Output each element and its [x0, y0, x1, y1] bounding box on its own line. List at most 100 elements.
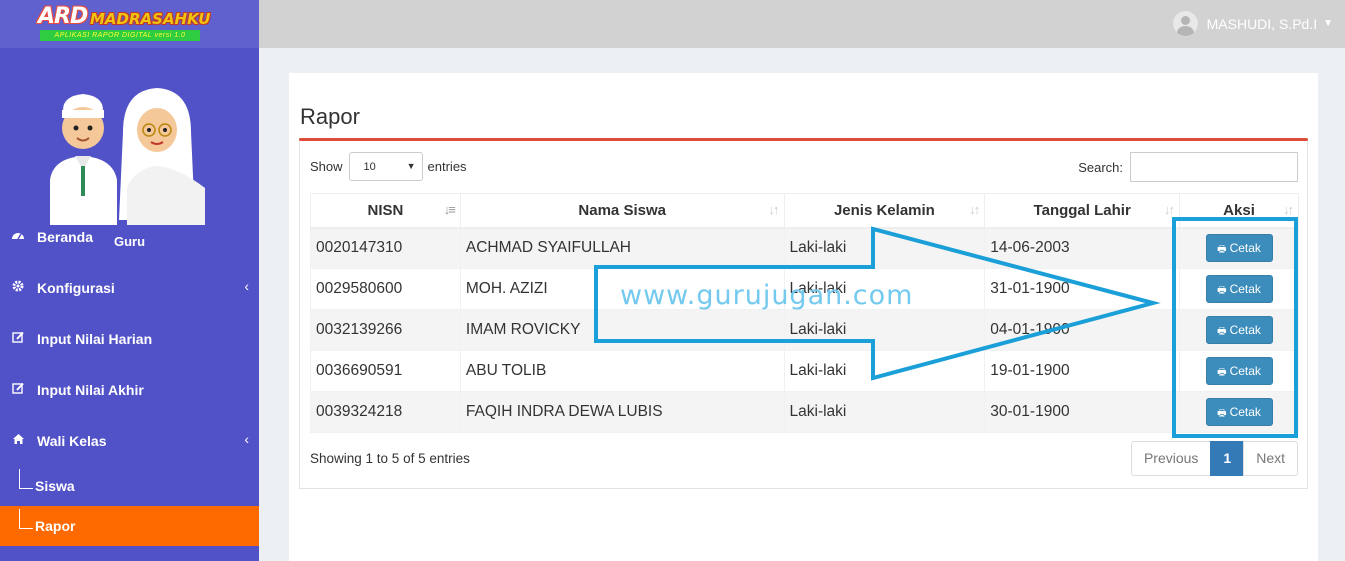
- page-button-current[interactable]: 1: [1210, 441, 1245, 476]
- table-row: 0032139266 IMAM ROVICKY Laki-laki 04-01-…: [310, 309, 1299, 351]
- cetak-button[interactable]: 🖶 Cetak: [1205, 234, 1273, 263]
- pagination: Previous 1 Next: [1130, 441, 1298, 476]
- sidebar: ARD MADRASAHKU APLIKASI RAPOR DIGITAL ve…: [0, 0, 259, 561]
- cetak-button[interactable]: 🖶 Cetak: [1205, 275, 1273, 303]
- cell-nama: ACHMAD SYAIFULLAH: [459, 227, 785, 269]
- cell-jenis-kelamin: Laki-laki: [783, 391, 986, 433]
- search-control: Search:: [1078, 152, 1298, 182]
- cell-aksi: 🖶 Cetak: [1179, 227, 1299, 269]
- sort-icon: ↓↑: [1283, 202, 1294, 217]
- logo-main: ARD: [38, 4, 88, 29]
- column-header-aksi[interactable]: Aksi ↓↑: [1179, 193, 1299, 229]
- gear-icon: [9, 280, 27, 295]
- app-logo[interactable]: ARD MADRASAHKU APLIKASI RAPOR DIGITAL ve…: [38, 4, 211, 44]
- cell-aksi: 🖶 Cetak: [1179, 309, 1299, 351]
- show-label: Show: [310, 159, 343, 174]
- sort-asc-icon: ↓≡: [443, 202, 456, 217]
- cell-nisn: 0032139266: [310, 309, 461, 351]
- caret-down-icon: ▼: [1323, 18, 1333, 29]
- home-icon: [9, 433, 27, 448]
- cell-tanggal-lahir: 19-01-1900: [984, 350, 1181, 392]
- sort-icon: ↓↑: [969, 202, 980, 217]
- sidebar-subitem-label: Siswa: [35, 478, 75, 494]
- print-icon: 🖶: [1217, 285, 1227, 296]
- logo-tagline: APLIKASI RAPOR DIGITAL versi 1.0: [40, 30, 200, 41]
- sidebar-item-input-nilai-akhir[interactable]: Input Nilai Akhir: [0, 364, 259, 415]
- teacher-avatar-illustration: [50, 88, 205, 225]
- dashboard-icon: [9, 229, 27, 244]
- edit-icon: [9, 331, 27, 346]
- datatable-panel: Show 10 ▼ entries Search: NISN ↓≡ Nama Si…: [299, 141, 1308, 489]
- logo-bar: ARD MADRASAHKU APLIKASI RAPOR DIGITAL ve…: [0, 0, 259, 48]
- sort-icon: ↓↑: [1164, 202, 1175, 217]
- print-icon: 🖶: [1217, 408, 1227, 419]
- watermark-text: www.gurujugan.com: [620, 280, 914, 311]
- logo-brand: MADRASAHKU: [90, 10, 211, 28]
- search-input[interactable]: [1130, 152, 1298, 182]
- tree-line: [19, 469, 33, 489]
- cell-nama: FAQIH INDRA DEWA LUBIS: [459, 391, 785, 433]
- column-header-tanggal-lahir[interactable]: Tanggal Lahir ↓↑: [984, 193, 1181, 229]
- cetak-button[interactable]: 🖶 Cetak: [1205, 357, 1273, 385]
- entries-value: 10: [363, 160, 376, 173]
- previous-button[interactable]: Previous: [1130, 441, 1212, 476]
- column-header-nama[interactable]: Nama Siswa ↓↑: [459, 193, 785, 229]
- next-button[interactable]: Next: [1243, 441, 1298, 476]
- cell-tanggal-lahir: 14-06-2003: [984, 227, 1181, 269]
- cell-nisn: 0036690591: [310, 350, 461, 392]
- top-navbar: MASHUDI, S.Pd.I ▼: [259, 0, 1345, 48]
- sidebar-subitem-label: Rapor: [35, 518, 76, 534]
- sidebar-item-label: Input Nilai Harian: [37, 330, 153, 347]
- user-avatar-icon: [1172, 11, 1198, 36]
- table-info: Showing 1 to 5 of 5 entries: [310, 451, 470, 466]
- cell-nisn: 0029580600: [310, 268, 461, 310]
- user-name: MASHUDI, S.Pd.I: [1206, 15, 1318, 32]
- cell-jenis-kelamin: Laki-laki: [783, 309, 986, 351]
- sidebar-subitem-rapor[interactable]: Rapor: [0, 506, 259, 546]
- cell-tanggal-lahir: 30-01-1900: [984, 391, 1181, 433]
- user-menu[interactable]: MASHUDI, S.Pd.I ▼: [1172, 11, 1333, 36]
- column-header-jenis-kelamin[interactable]: Jenis Kelamin ↓↑: [783, 193, 986, 229]
- cell-aksi: 🖶 Cetak: [1179, 391, 1299, 433]
- entries-length-control: Show 10 ▼ entries: [310, 152, 467, 181]
- sidebar-item-label: Wali Kelas: [37, 432, 107, 449]
- edit-icon: [9, 382, 27, 397]
- cell-aksi: 🖶 Cetak: [1179, 350, 1299, 392]
- sidebar-menu: Beranda Konfigurasi ‹ Input Nilai Harian…: [0, 211, 259, 546]
- sidebar-subitem-siswa[interactable]: Siswa: [0, 466, 259, 506]
- cetak-button[interactable]: 🖶 Cetak: [1205, 398, 1273, 426]
- table-header-row: NISN ↓≡ Nama Siswa ↓↑ Jenis Kelamin ↓↑ Tang…: [310, 193, 1299, 229]
- table-row: 0020147310 ACHMAD SYAIFULLAH Laki-laki 1…: [310, 227, 1299, 269]
- cell-nisn: 0039324218: [310, 391, 461, 433]
- cetak-button[interactable]: 🖶 Cetak: [1205, 316, 1273, 344]
- cell-nama: IMAM ROVICKY: [459, 309, 785, 351]
- page-title: Rapor: [300, 104, 360, 129]
- sidebar-item-label: Input Nilai Akhir: [37, 381, 144, 398]
- print-icon: 🖶: [1217, 244, 1227, 256]
- sidebar-item-label: Konfigurasi: [37, 279, 115, 296]
- sidebar-item-wali-kelas[interactable]: Wali Kelas ‹: [0, 415, 259, 466]
- sidebar-item-konfigurasi[interactable]: Konfigurasi ‹: [0, 262, 259, 313]
- entries-select[interactable]: 10 ▼: [348, 152, 423, 181]
- sidebar-item-beranda[interactable]: Beranda: [0, 211, 259, 262]
- entries-label: entries: [427, 159, 467, 174]
- tree-line: [19, 509, 33, 529]
- cell-tanggal-lahir: 04-01-1900: [984, 309, 1181, 351]
- chevron-left-icon: ‹: [244, 431, 249, 447]
- cell-nisn: 0020147310: [310, 227, 461, 269]
- content-box: Rapor Show 10 ▼ entries Search: NISN ↓≡ N…: [289, 73, 1318, 561]
- dropdown-arrow-icon: ▼: [406, 161, 416, 171]
- user-panel: Guru: [0, 48, 259, 249]
- cell-nama: ABU TOLIB: [459, 350, 785, 392]
- chevron-left-icon: ‹: [244, 278, 249, 294]
- cell-aksi: 🖶 Cetak: [1179, 268, 1299, 310]
- cell-jenis-kelamin: Laki-laki: [783, 350, 986, 392]
- print-icon: 🖶: [1217, 326, 1227, 337]
- column-header-nisn[interactable]: NISN ↓≡: [310, 193, 461, 229]
- search-label: Search:: [1078, 159, 1123, 175]
- table-row: 0039324218 FAQIH INDRA DEWA LUBIS Laki-l…: [310, 391, 1299, 433]
- cell-jenis-kelamin: Laki-laki: [783, 227, 986, 269]
- table-row: 0036690591 ABU TOLIB Laki-laki 19-01-190…: [310, 350, 1299, 392]
- sort-icon: ↓↑: [768, 202, 780, 217]
- sidebar-item-input-nilai-harian[interactable]: Input Nilai Harian: [0, 313, 259, 364]
